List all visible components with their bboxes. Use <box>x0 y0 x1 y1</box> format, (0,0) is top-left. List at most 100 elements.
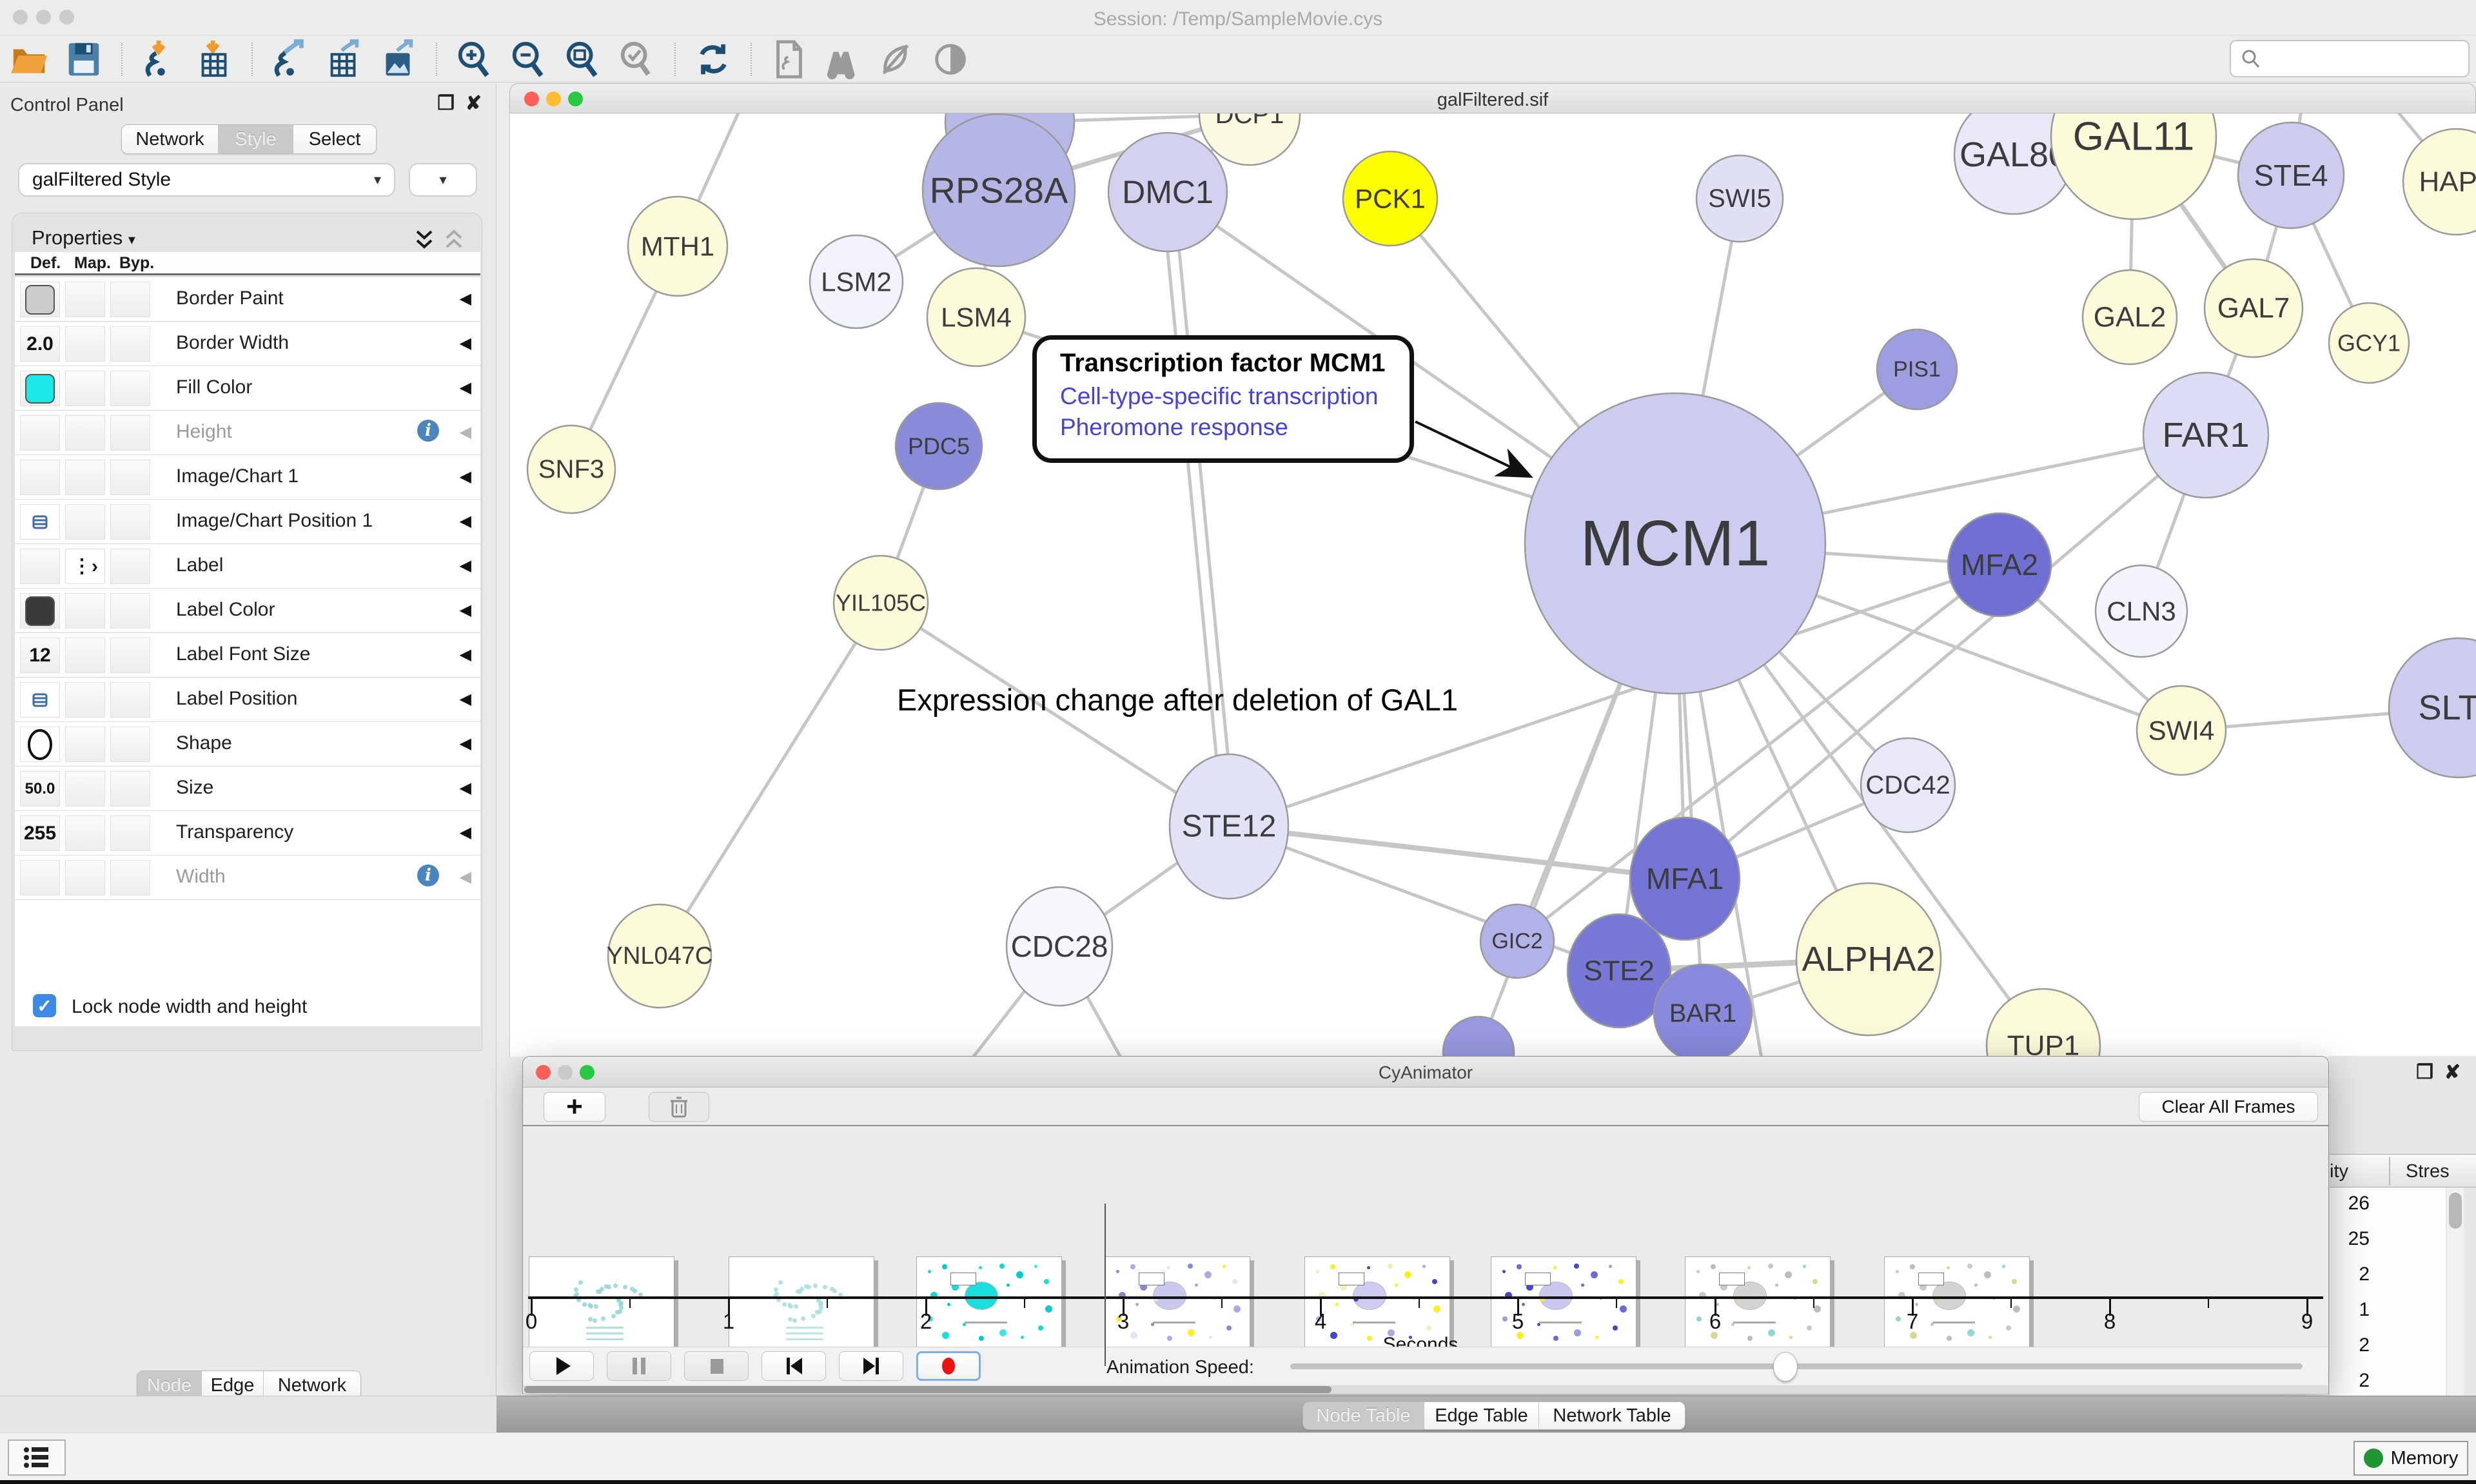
default-value-cell[interactable]: 50.0 <box>20 771 60 806</box>
mapping-cell[interactable] <box>65 593 105 629</box>
zoom-out-button[interactable] <box>508 39 549 80</box>
style-options-button[interactable]: ▾ <box>409 163 477 197</box>
mapping-cell[interactable] <box>65 504 105 540</box>
network-node-gal2[interactable]: GAL2 <box>2083 270 2177 364</box>
bypass-cell[interactable] <box>110 638 150 673</box>
refresh-layout-button[interactable] <box>693 39 734 80</box>
zoom-fit-button[interactable] <box>562 39 604 80</box>
annotation-link-2[interactable]: Pheromone response <box>1060 414 1410 441</box>
column-divider[interactable] <box>2389 1157 2390 1186</box>
network-node-cdc28[interactable]: CDC28 <box>1007 887 1112 1006</box>
mapping-cell[interactable] <box>65 727 105 762</box>
save-session-button[interactable] <box>63 39 104 80</box>
table-header-row[interactable]: ity Stres <box>2330 1154 2476 1187</box>
expand-row-arrow-icon[interactable]: ◀ <box>460 556 471 575</box>
frame-thumbnail-6[interactable] <box>1685 1256 1831 1352</box>
search-box[interactable] <box>2230 40 2470 77</box>
default-value-cell[interactable] <box>20 860 60 895</box>
network-node-pdc5[interactable]: PDC5 <box>896 403 982 489</box>
mapping-cell[interactable] <box>65 860 105 895</box>
annotation-callout[interactable]: Transcription factor MCM1 Cell-type-spec… <box>1032 335 1414 463</box>
network-node-swi5[interactable]: SWI5 <box>1696 155 1783 242</box>
record-button[interactable] <box>916 1351 981 1381</box>
skip-to-start-button[interactable] <box>761 1351 826 1381</box>
table-cell-value[interactable]: 2 <box>2359 1334 2370 1356</box>
network-node-gal11[interactable]: GAL11 <box>2051 113 2216 219</box>
stop-button[interactable] <box>684 1351 749 1381</box>
bypass-cell[interactable] <box>110 504 150 540</box>
mapping-cell[interactable] <box>65 282 105 317</box>
table-cell-value[interactable]: 26 <box>2348 1193 2370 1215</box>
tab-edge-table[interactable]: Edge Table <box>1424 1402 1539 1429</box>
default-value-cell[interactable] <box>20 415 60 451</box>
network-node-ste12[interactable]: STE12 <box>1170 754 1288 899</box>
network-node-yil105c[interactable]: YIL105C <box>834 556 928 650</box>
memory-button[interactable]: Memory <box>2353 1441 2468 1476</box>
tab-node-table[interactable]: Node Table <box>1303 1402 1424 1429</box>
search-input[interactable] <box>2262 48 2455 69</box>
expand-row-arrow-icon[interactable]: ◀ <box>460 289 471 308</box>
default-value-cell[interactable] <box>20 460 60 495</box>
expand-row-arrow-icon[interactable]: ◀ <box>460 423 471 442</box>
default-value-cell[interactable]: 2.0 <box>20 326 60 362</box>
zoom-selected-button[interactable] <box>616 39 658 80</box>
network-node-far1[interactable]: FAR1 <box>2143 373 2268 498</box>
table-scrollbar[interactable] <box>2447 1187 2464 1396</box>
delete-frame-button[interactable] <box>649 1092 709 1122</box>
frame-thumbnail-0[interactable] <box>529 1256 674 1352</box>
network-node-slt2[interactable]: SLT2 <box>2389 638 2476 777</box>
play-button[interactable] <box>529 1351 594 1381</box>
default-value-cell[interactable] <box>20 727 60 762</box>
show-panel-button[interactable] <box>931 39 972 80</box>
timeline-scrollbar[interactable] <box>524 1385 2328 1394</box>
network-node-lsm4[interactable]: LSM4 <box>927 268 1025 366</box>
float-panel-icon[interactable]: ❒ <box>437 92 455 115</box>
bypass-cell[interactable] <box>110 727 150 762</box>
default-value-cell[interactable] <box>20 504 60 540</box>
table-cell-value[interactable]: 25 <box>2348 1228 2370 1250</box>
tab-network[interactable]: Network <box>122 125 219 153</box>
network-node-tup1[interactable]: TUP1 <box>1987 989 2100 1057</box>
bypass-cell[interactable] <box>110 371 150 406</box>
network-node-alpha2[interactable]: ALPHA2 <box>1796 883 1941 1035</box>
expand-row-arrow-icon[interactable]: ◀ <box>460 467 471 486</box>
export-image-button[interactable] <box>378 39 419 80</box>
frame-thumbnail-1[interactable] <box>729 1256 874 1352</box>
mapping-cell[interactable] <box>65 371 105 406</box>
lock-size-checkbox[interactable]: ✓ <box>33 994 56 1017</box>
network-node-bar1[interactable]: BAR1 <box>1654 964 1752 1057</box>
info-icon[interactable]: i <box>417 420 439 442</box>
close-panel-icon[interactable]: ✘ <box>466 92 482 115</box>
network-node-snf3[interactable]: SNF3 <box>527 425 615 513</box>
network-node-pck1[interactable]: PCK1 <box>1343 151 1437 246</box>
network-node-mcm1[interactable]: MCM1 <box>1525 393 1825 694</box>
mapping-cell[interactable] <box>65 815 105 851</box>
bypass-cell[interactable] <box>110 860 150 895</box>
collapse-all-icon[interactable] <box>413 229 435 252</box>
network-canvas[interactable]: DCP1RPS28ADMC1PCK1SWI5GAL80GAL11STE4HAP2… <box>509 113 2476 1057</box>
network-node-mth1[interactable]: MTH1 <box>628 197 727 296</box>
close-panel-icon[interactable]: ✘ <box>2444 1061 2461 1084</box>
tab-select[interactable]: Select <box>293 125 376 153</box>
bypass-cell[interactable] <box>110 771 150 806</box>
expand-all-icon[interactable] <box>443 229 465 252</box>
expand-row-arrow-icon[interactable]: ◀ <box>460 334 471 353</box>
network-node-gic2[interactable]: GIC2 <box>1480 904 1554 978</box>
expand-row-arrow-icon[interactable]: ◀ <box>460 512 471 531</box>
network-node-cdc42[interactable]: CDC42 <box>1861 738 1955 832</box>
info-icon[interactable]: i <box>417 864 439 886</box>
expand-row-arrow-icon[interactable]: ◀ <box>460 690 471 708</box>
add-frame-button[interactable]: + <box>544 1092 605 1122</box>
timeline-playhead[interactable] <box>1105 1204 1106 1366</box>
default-value-cell[interactable]: 255 <box>20 815 60 851</box>
network-node-ynl047c[interactable]: YNL047C <box>607 904 713 1008</box>
network-node-mfa1[interactable]: MFA1 <box>1630 817 1740 940</box>
network-node-gcy1[interactable]: GCY1 <box>2329 303 2409 383</box>
network-node-cln3[interactable]: CLN3 <box>2096 565 2187 657</box>
network-node-hap2[interactable]: HAP2 <box>2403 129 2476 235</box>
expand-row-arrow-icon[interactable]: ◀ <box>460 823 471 842</box>
table-column-degree[interactable]: ity <box>2330 1161 2376 1182</box>
import-network-button[interactable] <box>139 39 181 80</box>
network-node-dmc1[interactable]: DMC1 <box>1108 133 1227 251</box>
open-session-button[interactable] <box>9 39 50 80</box>
